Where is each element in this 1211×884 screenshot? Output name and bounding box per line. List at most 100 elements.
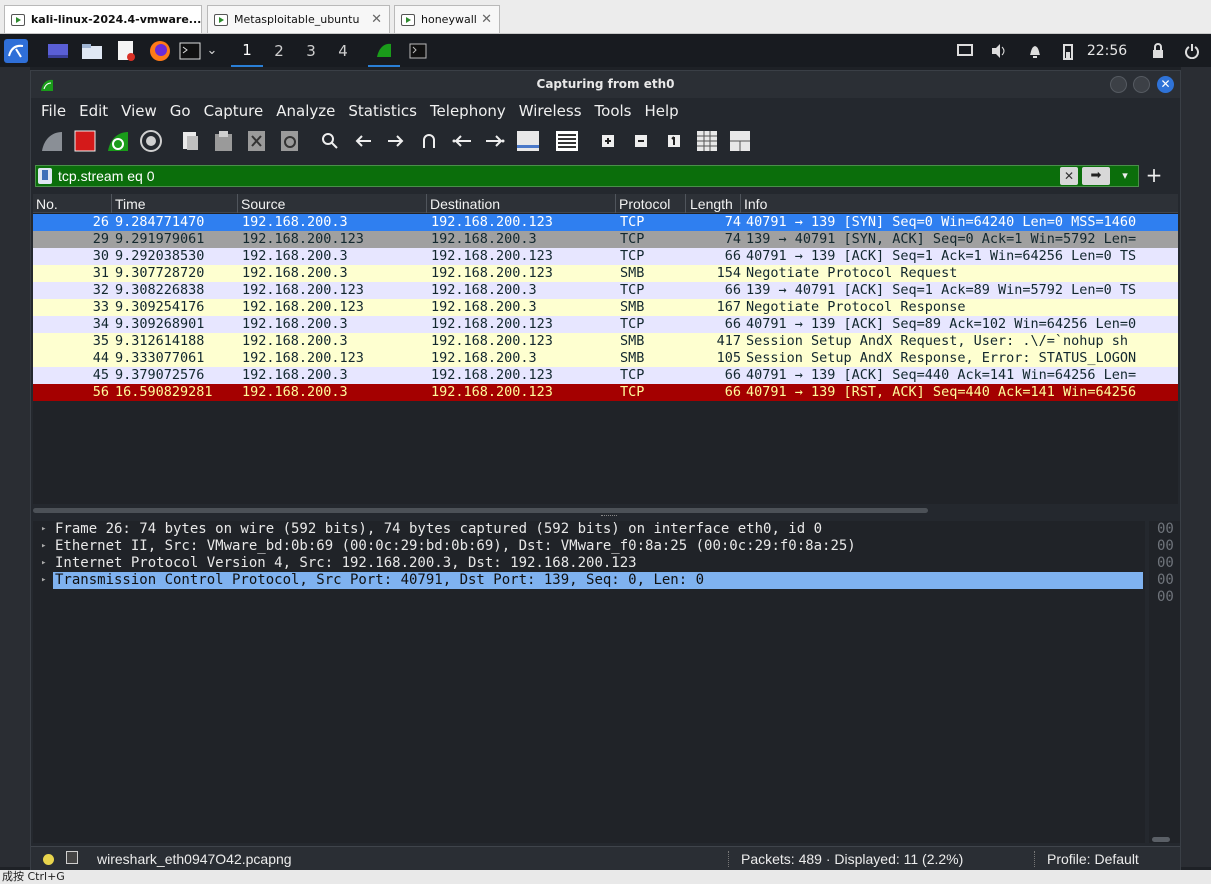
vm-tab-metasploitable[interactable]: Metasploitable_ubuntu ✕ [207,5,390,33]
status-divider[interactable] [1034,851,1035,867]
workspace-3[interactable]: 3 [295,34,327,67]
resize-columns-icon[interactable] [694,128,720,154]
normal-size-icon[interactable] [661,128,687,154]
packet-details[interactable]: ▸ Frame 26: 74 bytes on wire (592 bits),… [33,521,1145,843]
wireshark-task-icon[interactable] [368,34,400,67]
packet-row[interactable]: 45 9.379072576 192.168.200.3 192.168.200.12… [33,367,1178,384]
menu-help[interactable]: Help [644,102,678,120]
col-no[interactable]: No. [36,196,58,212]
column-divider[interactable] [111,194,112,213]
packet-row[interactable]: 29 9.291979061 192.168.200.123 192.168.200.… [33,231,1178,248]
menu-go[interactable]: Go [170,102,191,120]
apply-filter-button[interactable]: ➡ [1082,167,1110,185]
file-manager-icon[interactable] [78,34,106,67]
packet-bytes[interactable]: 00 00 00 00 00 [1149,521,1180,843]
add-filter-button[interactable]: + [1143,164,1165,186]
column-divider[interactable] [426,194,427,213]
reload-file-icon[interactable] [277,128,303,154]
terminal-task-icon[interactable] [404,34,432,67]
vm-tab-kali[interactable]: kali-linux-2024.4-vmware... [4,5,202,33]
column-divider[interactable] [237,194,238,213]
packet-row[interactable]: 33 9.309254176 192.168.200.123 192.168.200.… [33,299,1178,316]
workspace-1[interactable]: 1 [231,34,263,67]
menu-statistics[interactable]: Statistics [348,102,417,120]
start-capture-icon[interactable] [39,128,65,154]
packet-list-scrollbar[interactable] [33,508,928,513]
col-info[interactable]: Info [744,196,767,212]
column-divider[interactable] [740,194,741,213]
open-file-icon[interactable] [178,128,204,154]
desktop-icon[interactable] [44,34,72,67]
lock-icon[interactable] [1146,34,1170,67]
packet-row[interactable]: 30 9.292038530 192.168.200.3 192.168.200.12… [33,248,1178,265]
detail-row-ethernet[interactable]: ▸ Ethernet II, Src: VMware_bd:0b:69 (00:… [33,538,1145,555]
battery-icon[interactable] [1056,34,1080,67]
bookmark-icon[interactable] [38,168,52,184]
packet-row[interactable]: 32 9.308226838 192.168.200.123 192.168.200.… [33,282,1178,299]
menu-capture[interactable]: Capture [204,102,264,120]
first-packet-icon[interactable] [449,128,475,154]
menu-telephony[interactable]: Telephony [430,102,506,120]
kali-menu-icon[interactable] [2,34,30,67]
go-forward-icon[interactable] [383,128,409,154]
autoscroll-icon[interactable] [515,128,541,154]
expert-info-icon[interactable] [43,854,54,865]
chevron-down-icon[interactable]: ⌄ [203,34,221,67]
detail-row-frame[interactable]: ▸ Frame 26: 74 bytes on wire (592 bits),… [33,521,1145,538]
detail-row-ipv4[interactable]: ▸ Internet Protocol Version 4, Src: 192.… [33,555,1145,572]
menu-file[interactable]: File [41,102,66,120]
clock[interactable]: 22:56 [1082,34,1132,67]
zoom-out-icon[interactable] [628,128,654,154]
packet-row[interactable]: 44 9.333077061 192.168.200.123 192.168.200.… [33,350,1178,367]
colorize-icon[interactable] [553,128,581,154]
layout-pane-icon[interactable] [727,128,753,154]
go-back-icon[interactable] [350,128,376,154]
packet-list[interactable]: No. Time Source Destination Protocol Len… [33,194,1178,504]
close-icon[interactable]: ✕ [481,12,492,27]
menu-analyze[interactable]: Analyze [276,102,335,120]
expand-arrow-icon[interactable]: ▸ [41,555,46,572]
column-divider[interactable] [615,194,616,213]
packet-row[interactable]: 26 9.284771470 192.168.200.3 192.168.200.12… [33,214,1178,231]
close-file-icon[interactable] [244,128,270,154]
col-protocol[interactable]: Protocol [619,196,670,212]
profile-label[interactable]: Profile: Default [1047,851,1139,867]
packet-row[interactable]: 35 9.312614188 192.168.200.3 192.168.200.12… [33,333,1178,350]
last-packet-icon[interactable] [482,128,508,154]
stop-capture-icon[interactable] [72,128,98,154]
capture-comment-icon[interactable] [66,851,78,864]
col-source[interactable]: Source [241,196,285,212]
window-titlebar[interactable]: Capturing from eth0 ✕ [31,71,1180,98]
menu-edit[interactable]: Edit [79,102,108,120]
workspace-4[interactable]: 4 [327,34,359,67]
vm-tab-honeywall[interactable]: honeywall ✕ [394,5,500,33]
expand-arrow-icon[interactable]: ▸ [41,538,46,555]
menu-wireless[interactable]: Wireless [519,102,582,120]
maximize-button[interactable] [1133,76,1150,93]
expand-arrow-icon[interactable]: ▸ [41,572,46,589]
packet-row[interactable]: 56 16.590829281 192.168.200.3 192.168.200.1… [33,384,1178,401]
packet-row[interactable]: 34 9.309268901 192.168.200.3 192.168.200.12… [33,316,1178,333]
terminal-icon[interactable] [177,34,203,67]
clear-filter-button[interactable]: ✕ [1060,167,1078,185]
close-icon[interactable]: ✕ [371,12,382,27]
bytes-scrollbar[interactable] [1152,837,1170,842]
pane-splitter[interactable] [601,515,617,518]
workspace-2[interactable]: 2 [263,34,295,67]
restart-capture-icon[interactable] [105,128,131,154]
menu-view[interactable]: View [121,102,157,120]
notification-bell-icon[interactable] [1022,34,1048,67]
display-icon[interactable] [952,34,978,67]
minimize-button[interactable] [1110,76,1127,93]
firefox-icon[interactable] [146,34,174,67]
find-packet-icon[interactable] [317,128,343,154]
zoom-in-icon[interactable] [595,128,621,154]
col-destination[interactable]: Destination [430,196,500,212]
text-editor-icon[interactable] [112,34,140,67]
save-file-icon[interactable] [211,128,237,154]
capture-options-icon[interactable] [138,128,164,154]
close-button[interactable]: ✕ [1157,76,1174,93]
col-length[interactable]: Length [690,196,733,212]
status-divider[interactable] [728,851,729,867]
menu-tools[interactable]: Tools [595,102,632,120]
